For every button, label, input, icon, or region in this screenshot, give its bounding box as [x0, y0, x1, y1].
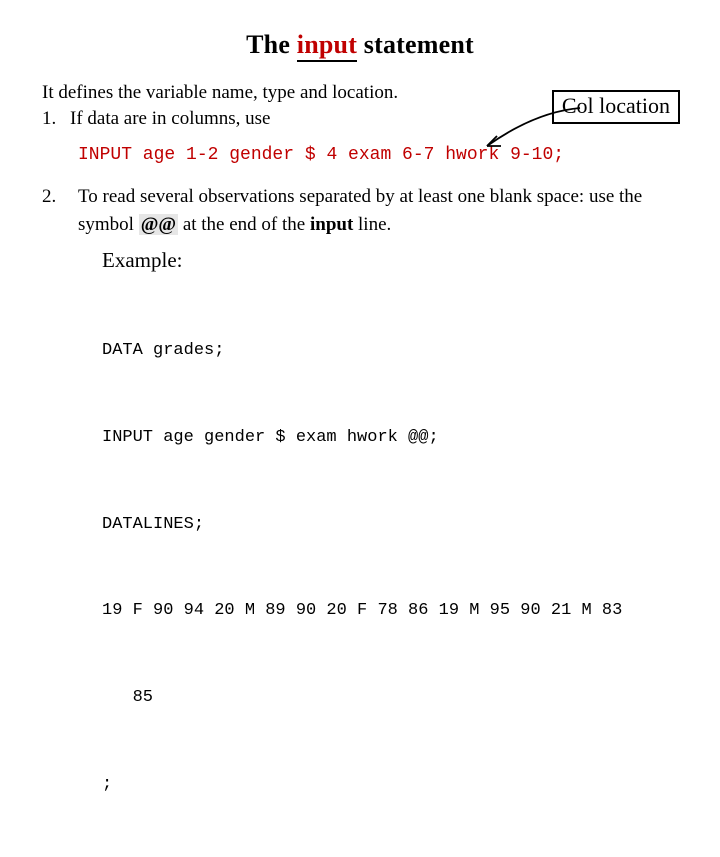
code-line-values: 19 F 90 94 20 M 89 90 20 F 78 86 19 M 95… [102, 597, 680, 626]
intro-left: It defines the variable name, type and l… [42, 80, 398, 131]
code-line-values-cont: 85 [102, 684, 680, 713]
item2-mid: at the end of the [178, 214, 310, 235]
page-title: The input statement [40, 30, 680, 60]
at-at-symbol: @@ [139, 214, 178, 235]
intro-text: It defines the variable name, type and l… [42, 80, 398, 106]
code-line-input: INPUT age gender $ exam hwork @@; [102, 424, 680, 453]
slide-page: The input statement It defines the varia… [0, 0, 720, 540]
title-keyword: input [297, 30, 357, 60]
item1-number: 1. [42, 106, 70, 132]
item2-post: line. [353, 214, 391, 235]
item2-bold: input [310, 214, 353, 235]
code-line-end: ; [102, 771, 680, 800]
code-input-columns: INPUT age 1-2 gender $ 4 exam 6-7 hwork … [78, 145, 680, 165]
example-label: Example: [102, 248, 680, 273]
list-item-1: 1. If data are in columns, use [42, 106, 398, 132]
example-code-block: DATA grades; INPUT age gender $ exam hwo… [102, 279, 680, 857]
item2-number: 2. [40, 183, 78, 238]
item1-text: If data are in columns, use [70, 106, 270, 132]
list-item-2: 2. To read several observations separate… [40, 183, 680, 238]
code-line-datalines: DATALINES; [102, 511, 680, 540]
code-line-data: DATA grades; [102, 337, 680, 366]
title-post: statement [357, 30, 474, 59]
item2-body: To read several observations separated b… [78, 183, 680, 238]
title-pre: The [246, 30, 297, 59]
col-location-box: Col location [552, 90, 680, 124]
